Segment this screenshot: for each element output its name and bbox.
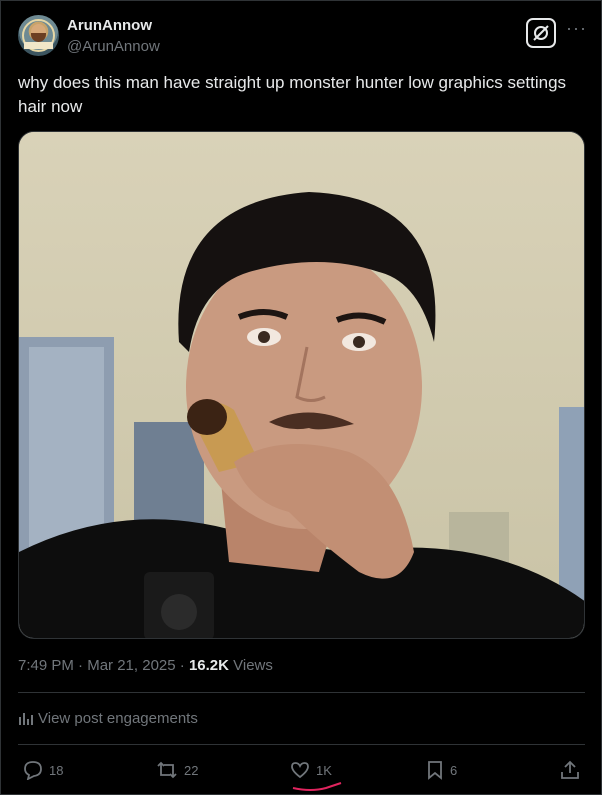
- video-thumbnail: [19, 132, 584, 638]
- view-engagements-link[interactable]: View post engagements: [18, 710, 198, 727]
- bookmark-icon: [428, 761, 442, 780]
- reply-icon: [24, 761, 42, 780]
- repost-count: 22: [184, 762, 199, 778]
- divider: [18, 692, 585, 693]
- grok-icon: [533, 25, 549, 41]
- view-engagements-label: View post engagements: [38, 710, 198, 727]
- views-count: 16.2K: [188, 657, 229, 674]
- grok-button[interactable]: [526, 18, 556, 48]
- author-display-name[interactable]: ArunAnnow: [67, 17, 152, 34]
- share-icon: [561, 760, 579, 779]
- reply-button[interactable]: 18: [23, 760, 63, 780]
- more-options-icon[interactable]: ···: [566, 19, 587, 37]
- tweet-media[interactable]: [18, 131, 585, 639]
- bookmark-count: 6: [450, 762, 458, 778]
- divider: [18, 744, 585, 745]
- like-button[interactable]: 1K: [290, 760, 332, 780]
- repost-button[interactable]: 22: [156, 760, 198, 780]
- avatar[interactable]: [18, 15, 59, 56]
- like-count: 1K: [316, 762, 332, 778]
- post-date[interactable]: Mar 21, 2025: [87, 657, 175, 674]
- post-time[interactable]: 7:49 PM: [18, 657, 74, 674]
- avatar-banner: [24, 42, 53, 49]
- author-handle[interactable]: @ArunAnnow: [67, 38, 160, 55]
- bookmark-button[interactable]: 6: [426, 760, 457, 780]
- analytics-icon: [19, 713, 33, 725]
- red-underline-annotation: [292, 782, 342, 791]
- meta-separator: ·: [175, 657, 189, 674]
- post-meta: 7:49 PM · Mar 21, 2025 · 16.2K Views: [18, 657, 273, 674]
- reply-count: 18: [49, 762, 64, 778]
- heart-icon: [291, 762, 309, 779]
- meta-separator: ·: [73, 657, 88, 674]
- views-label: Views: [228, 657, 273, 674]
- repost-icon: [157, 761, 177, 779]
- share-button[interactable]: [560, 760, 586, 780]
- tweet-text: why does this man have straight up monst…: [18, 73, 567, 116]
